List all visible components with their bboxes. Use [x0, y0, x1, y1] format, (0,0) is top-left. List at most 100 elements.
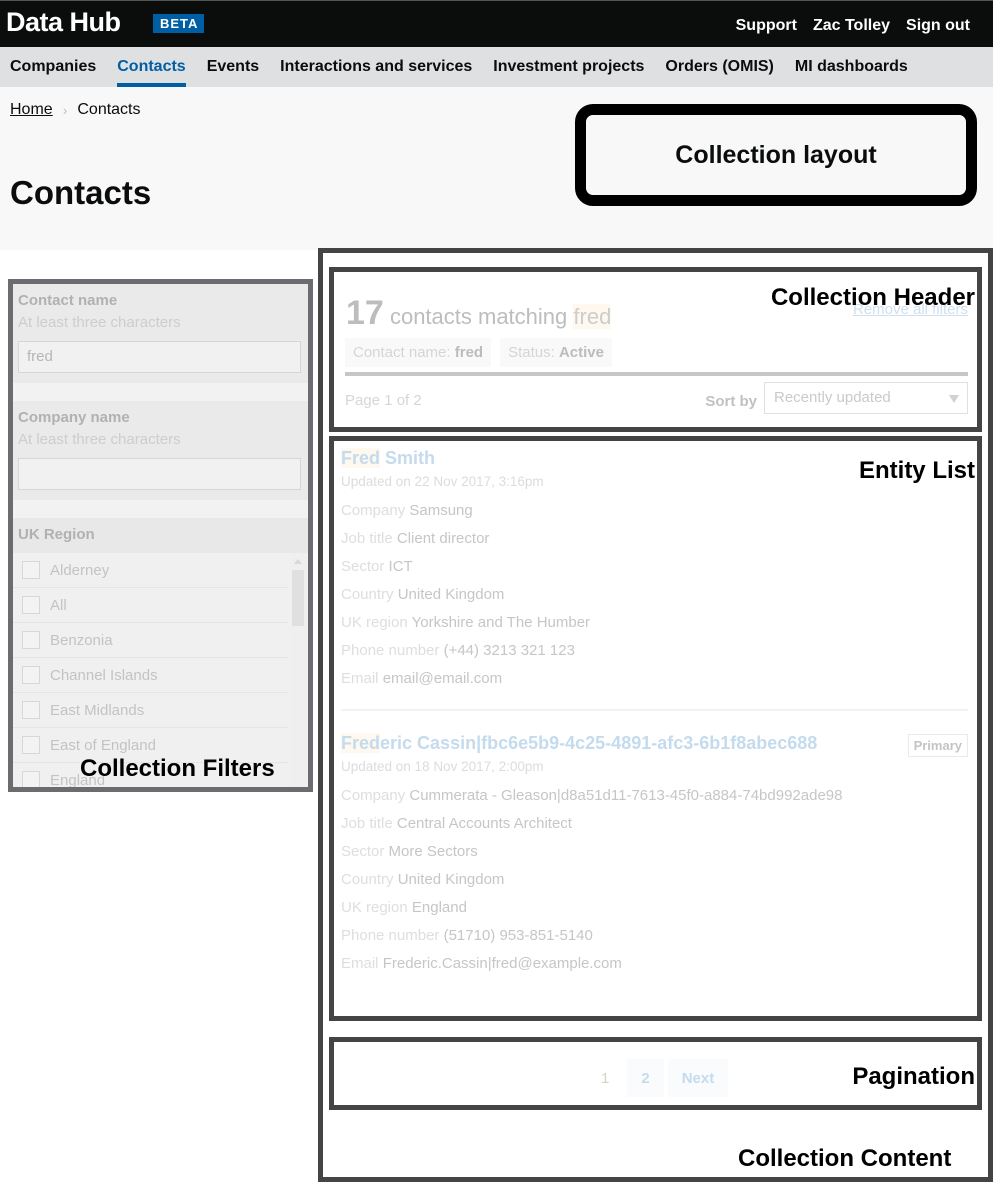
filter-chip[interactable]: Status: Active — [500, 338, 612, 367]
page-2[interactable]: 2 — [627, 1059, 664, 1097]
scroll-up-icon[interactable] — [294, 559, 302, 564]
user-profile-link[interactable]: Zac Tolley — [813, 17, 890, 35]
meta-key: Email — [341, 955, 379, 972]
checkbox[interactable] — [22, 631, 40, 649]
nav-contacts[interactable]: Contacts — [117, 47, 187, 87]
meta-value: ICT — [388, 558, 413, 575]
filter-label: Company name — [18, 409, 130, 426]
entity-metadata: Company Cummerata - Gleason|d8a51d11-761… — [341, 782, 968, 978]
meta-row: Email Frederic.Cassin|fred@example.com — [341, 950, 968, 978]
region-option[interactable]: Alderney — [13, 553, 288, 588]
meta-row: UK region Yorkshire and The Humber — [341, 609, 968, 637]
nav-events[interactable]: Events — [207, 47, 259, 87]
contact-name-input[interactable]: fred — [18, 341, 301, 373]
filter-uk-region-header: UK Region — [13, 518, 308, 553]
option-label: East of England — [50, 736, 156, 754]
meta-value: Samsung — [409, 502, 473, 519]
collection-header: 17 contacts matching fred Remove all fil… — [329, 267, 982, 432]
meta-key: Company — [341, 502, 406, 519]
meta-row: Company Cummerata - Gleason|d8a51d11-761… — [341, 782, 968, 810]
meta-key: Phone number — [341, 927, 440, 944]
filter-label: Contact name — [18, 292, 118, 309]
chip-label: Contact name: — [353, 344, 451, 361]
meta-row: Country United Kingdom — [341, 866, 968, 894]
checkbox[interactable] — [22, 561, 40, 579]
page-1[interactable]: 1 — [587, 1059, 624, 1097]
filter-hint: At least three characters — [18, 431, 181, 448]
scroll-thumb[interactable] — [292, 570, 304, 626]
meta-value: email@email.com — [382, 670, 503, 687]
meta-value: United Kingdom — [397, 871, 505, 888]
meta-value: England — [411, 899, 467, 916]
meta-value: Client director — [396, 530, 490, 547]
region-option[interactable]: All — [13, 588, 288, 623]
region-option[interactable]: Benzonia — [13, 623, 288, 658]
option-label: Channel Islands — [50, 666, 158, 684]
meta-row: Job title Client director — [341, 525, 968, 553]
meta-value: Yorkshire and The Humber — [411, 614, 591, 631]
checkbox[interactable] — [22, 771, 40, 787]
option-label: Benzonia — [50, 631, 113, 649]
meta-key: Phone number — [341, 642, 440, 659]
nav-orders[interactable]: Orders (OMIS) — [665, 47, 773, 87]
sort-select[interactable]: Recently updated — [764, 382, 968, 414]
nav-interactions[interactable]: Interactions and services — [280, 47, 472, 87]
list-item: Frederic Cassin|fbc6e5b9-4c25-4891-afc3-… — [341, 728, 968, 978]
support-link[interactable]: Support — [736, 17, 797, 35]
meta-key: UK region — [341, 899, 408, 916]
meta-key: Company — [341, 787, 406, 804]
filter-contact-name: Contact name At least three characters f… — [13, 284, 308, 383]
entity-name-link[interactable]: Frederic Cassin|fbc6e5b9-4c25-4891-afc3-… — [341, 728, 968, 759]
entity-list: Fred Smith Updated on 22 Nov 2017, 3:16p… — [329, 436, 982, 1021]
annotation-pagination: Pagination — [852, 1063, 975, 1090]
meta-row: Job title Central Accounts Architect — [341, 810, 968, 838]
active-filter-chips: Contact name: fred Status: Active — [345, 338, 612, 367]
region-scrollbar[interactable] — [291, 553, 305, 787]
meta-row: UK region England — [341, 894, 968, 922]
global-header: Data Hub BETA Support Zac Tolley Sign ou… — [0, 0, 993, 47]
sort-label: Sort by — [705, 393, 757, 410]
sign-out-link[interactable]: Sign out — [906, 17, 970, 35]
meta-key: Sector — [341, 558, 385, 575]
meta-row: Email email@email.com — [341, 665, 968, 693]
checkbox[interactable] — [22, 596, 40, 614]
nav-companies[interactable]: Companies — [10, 47, 96, 87]
count-text: contacts matching — [389, 304, 568, 329]
meta-value: (51710) 953-851-5140 — [443, 927, 593, 944]
checkbox[interactable] — [22, 666, 40, 684]
main-nav: Companies Contacts Events Interactions a… — [0, 47, 993, 87]
meta-row: Phone number (+44) 3213 321 123 — [341, 637, 968, 665]
nav-mi-dashboards[interactable]: MI dashboards — [795, 47, 908, 87]
entity-metadata: Company Samsung Job title Client directo… — [341, 497, 968, 693]
chip-value: fred — [454, 344, 484, 361]
next-page-button[interactable]: Next — [667, 1059, 729, 1097]
filter-company-name: Company name At least three characters — [13, 401, 308, 500]
pagination: 1 2 Next Pagination — [329, 1037, 982, 1110]
region-option[interactable]: Channel Islands — [13, 658, 288, 693]
annotation-collection-filters: Collection Filters — [80, 755, 275, 782]
meta-key: Job title — [341, 530, 393, 547]
checkbox[interactable] — [22, 736, 40, 754]
pagination-links: 1 2 Next — [587, 1059, 729, 1097]
search-term: fred — [573, 304, 612, 329]
meta-value: More Sectors — [388, 843, 478, 860]
count-number: 17 — [346, 294, 384, 332]
collection-filters: Contact name At least three characters f… — [8, 279, 313, 792]
result-count: 17 contacts matching fred — [346, 294, 612, 333]
company-name-input[interactable] — [18, 458, 301, 490]
filter-chip[interactable]: Contact name: fred — [345, 338, 492, 367]
region-option[interactable]: East Midlands — [13, 693, 288, 728]
option-label: All — [50, 596, 67, 614]
meta-row: Phone number (51710) 953-851-5140 — [341, 922, 968, 950]
brand-logo[interactable]: Data Hub — [6, 7, 121, 38]
annotation-collection-header: Collection Header — [770, 284, 975, 311]
annotation-collection-content-label: Collection Content — [738, 1145, 952, 1172]
header-links: Support Zac Tolley Sign out — [736, 17, 970, 35]
checkbox[interactable] — [22, 701, 40, 719]
header-divider — [345, 372, 968, 376]
list-divider — [341, 709, 968, 711]
nav-investment-projects[interactable]: Investment projects — [493, 47, 644, 87]
breadcrumb-home[interactable]: Home — [10, 101, 53, 119]
chevron-right-icon: › — [62, 102, 68, 118]
meta-value: Cummerata - Gleason|d8a51d11-7613-45f0-a… — [409, 787, 843, 804]
